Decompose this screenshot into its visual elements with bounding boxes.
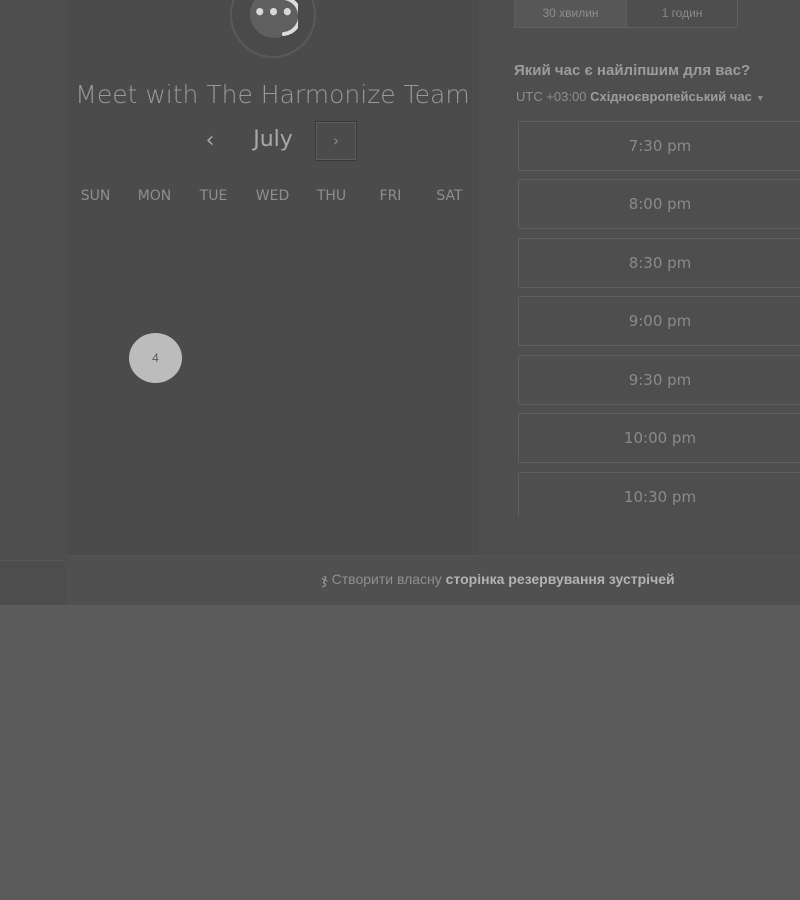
time-slot[interactable]: 9:00 pm bbox=[518, 296, 800, 346]
weekday-fri: FRI bbox=[379, 188, 402, 204]
calendar-day-selected[interactable]: 4 bbox=[129, 333, 182, 383]
time-slot[interactable]: 9:30 pm bbox=[518, 355, 800, 405]
time-slot[interactable]: 8:30 pm bbox=[518, 238, 800, 288]
left-background-strip bbox=[0, 0, 66, 605]
weekday-mon: MON bbox=[137, 188, 172, 204]
prev-month-button[interactable]: ‹ bbox=[198, 126, 222, 156]
weekday-wed: WED bbox=[255, 188, 290, 204]
month-label: July bbox=[253, 127, 293, 152]
page-title: Meet with The Harmonize Team bbox=[75, 80, 470, 109]
weekday-tue: TUE bbox=[199, 188, 228, 204]
hubspot-sprocket-icon: ჯ bbox=[321, 571, 328, 587]
time-slot[interactable]: 10:30 pm bbox=[518, 472, 800, 517]
time-slot[interactable]: 8:00 pm bbox=[518, 179, 800, 229]
arc-icon bbox=[280, 0, 298, 36]
footer-bar: ჯ Створити власну сторінка резервування … bbox=[66, 555, 800, 605]
weekday-sat: SAT bbox=[436, 188, 463, 204]
time-slot[interactable]: 7:30 pm bbox=[518, 121, 800, 171]
time-slot-list: 7:30 pm 8:00 pm 8:30 pm 9:00 pm 9:30 pm … bbox=[518, 0, 800, 517]
next-month-button[interactable]: › bbox=[315, 121, 357, 161]
divider bbox=[0, 560, 66, 561]
footer-prefix: Створити власну bbox=[331, 571, 442, 587]
chat-bubble-icon: ••• bbox=[250, 0, 298, 38]
weekday-thu: THU bbox=[316, 188, 347, 204]
footer-link[interactable]: сторінка резервування зустрічей bbox=[446, 571, 675, 587]
weekday-sun: SUN bbox=[80, 188, 111, 204]
time-slot[interactable]: 10:00 pm bbox=[518, 413, 800, 463]
